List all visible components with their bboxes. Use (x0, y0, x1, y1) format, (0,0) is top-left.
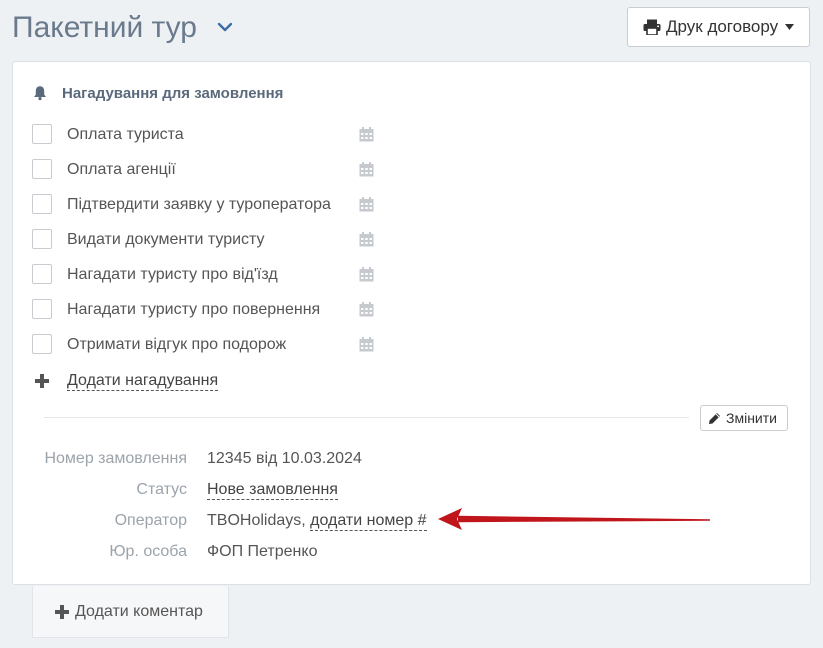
plus-icon (55, 604, 69, 619)
calendar-icon[interactable] (359, 267, 374, 282)
reminder-item: Оплата агенції (32, 158, 377, 193)
reminder-label: Оплата туриста (67, 126, 184, 143)
calendar-icon[interactable] (359, 127, 374, 142)
operator-label: Оператор (114, 512, 187, 529)
reminder-checkbox[interactable] (32, 229, 52, 249)
reminder-checkbox[interactable] (32, 159, 52, 179)
reminder-checkbox[interactable] (32, 299, 52, 319)
order-number-label: Номер замовлення (44, 450, 187, 467)
add-operator-number-link[interactable]: додати номер # (310, 511, 427, 531)
calendar-icon[interactable] (359, 302, 374, 317)
annotation-arrow (438, 508, 710, 530)
reminder-label: Видати документи туристу (67, 231, 265, 248)
operator-separator: , (301, 512, 306, 529)
reminder-item: Видати документи туристу (32, 228, 377, 263)
calendar-icon[interactable] (359, 162, 374, 177)
print-button-label: Друк договору (666, 17, 779, 36)
status-label: Статус (136, 481, 187, 498)
reminder-item: Нагадати туристу про від'їзд (32, 263, 377, 298)
caret-down-icon (785, 24, 795, 30)
reminder-label: Підтвердити заявку у туроператора (67, 196, 331, 213)
reminder-checkbox[interactable] (32, 194, 52, 214)
edit-button-label: Змінити (726, 410, 777, 426)
section-divider (44, 417, 689, 418)
printer-icon (643, 19, 661, 35)
chevron-down-icon[interactable] (216, 20, 234, 34)
add-comment-label: Додати коментар (75, 602, 203, 620)
reminder-checkbox[interactable] (32, 264, 52, 284)
add-reminder-label: Додати нагадування (67, 372, 219, 391)
reminder-item: Отримати відгук про подорож (32, 333, 377, 368)
add-comment-button[interactable]: Додати коментар (32, 586, 229, 638)
reminder-checkbox[interactable] (32, 334, 52, 354)
reminders-heading-text: Нагадування для замовлення (62, 84, 284, 102)
reminder-item: Підтвердити заявку у туроператора (32, 193, 377, 228)
plus-icon (35, 374, 49, 388)
reminders-heading: Нагадування для замовлення (33, 82, 283, 104)
reminder-label: Оплата агенції (67, 161, 176, 178)
add-reminder-link[interactable]: Додати нагадування (35, 370, 219, 392)
reminder-item: Нагадати туристу про повернення (32, 298, 377, 333)
calendar-icon[interactable] (359, 232, 374, 247)
operator-value: TBOHolidays, додати номер # (207, 510, 427, 532)
reminder-label: Нагадати туристу про повернення (67, 301, 321, 318)
operator-name: TBOHolidays (207, 512, 302, 529)
page-title: Пакетний тур (12, 11, 197, 44)
reminder-checkbox[interactable] (32, 124, 52, 144)
reminder-label: Отримати відгук про подорож (67, 336, 287, 353)
reminder-label: Нагадати туристу про від'їзд (67, 266, 278, 283)
order-number-row: Номер замовлення 12345 від 10.03.2024 (13, 448, 812, 479)
reminder-item: Оплата туриста (32, 123, 377, 158)
legal-entity-row: Юр. особа ФОП Петренко (13, 541, 812, 572)
status-value-wrap: Нове замовлення (207, 479, 338, 501)
print-contract-button[interactable]: Друк договору (627, 7, 810, 47)
pencil-icon (709, 412, 720, 424)
status-link[interactable]: Нове замовлення (207, 480, 338, 500)
reminder-list: Оплата туриста Оплата агенції Підтвердит… (32, 123, 377, 368)
bell-icon (34, 86, 46, 101)
calendar-icon[interactable] (359, 197, 374, 212)
legal-entity-label: Юр. особа (109, 543, 187, 560)
edit-order-button[interactable]: Змінити (700, 405, 788, 431)
order-number-value: 12345 від 10.03.2024 (207, 450, 362, 467)
legal-entity-value: ФОП Петренко (207, 543, 318, 560)
calendar-icon[interactable] (359, 337, 374, 352)
